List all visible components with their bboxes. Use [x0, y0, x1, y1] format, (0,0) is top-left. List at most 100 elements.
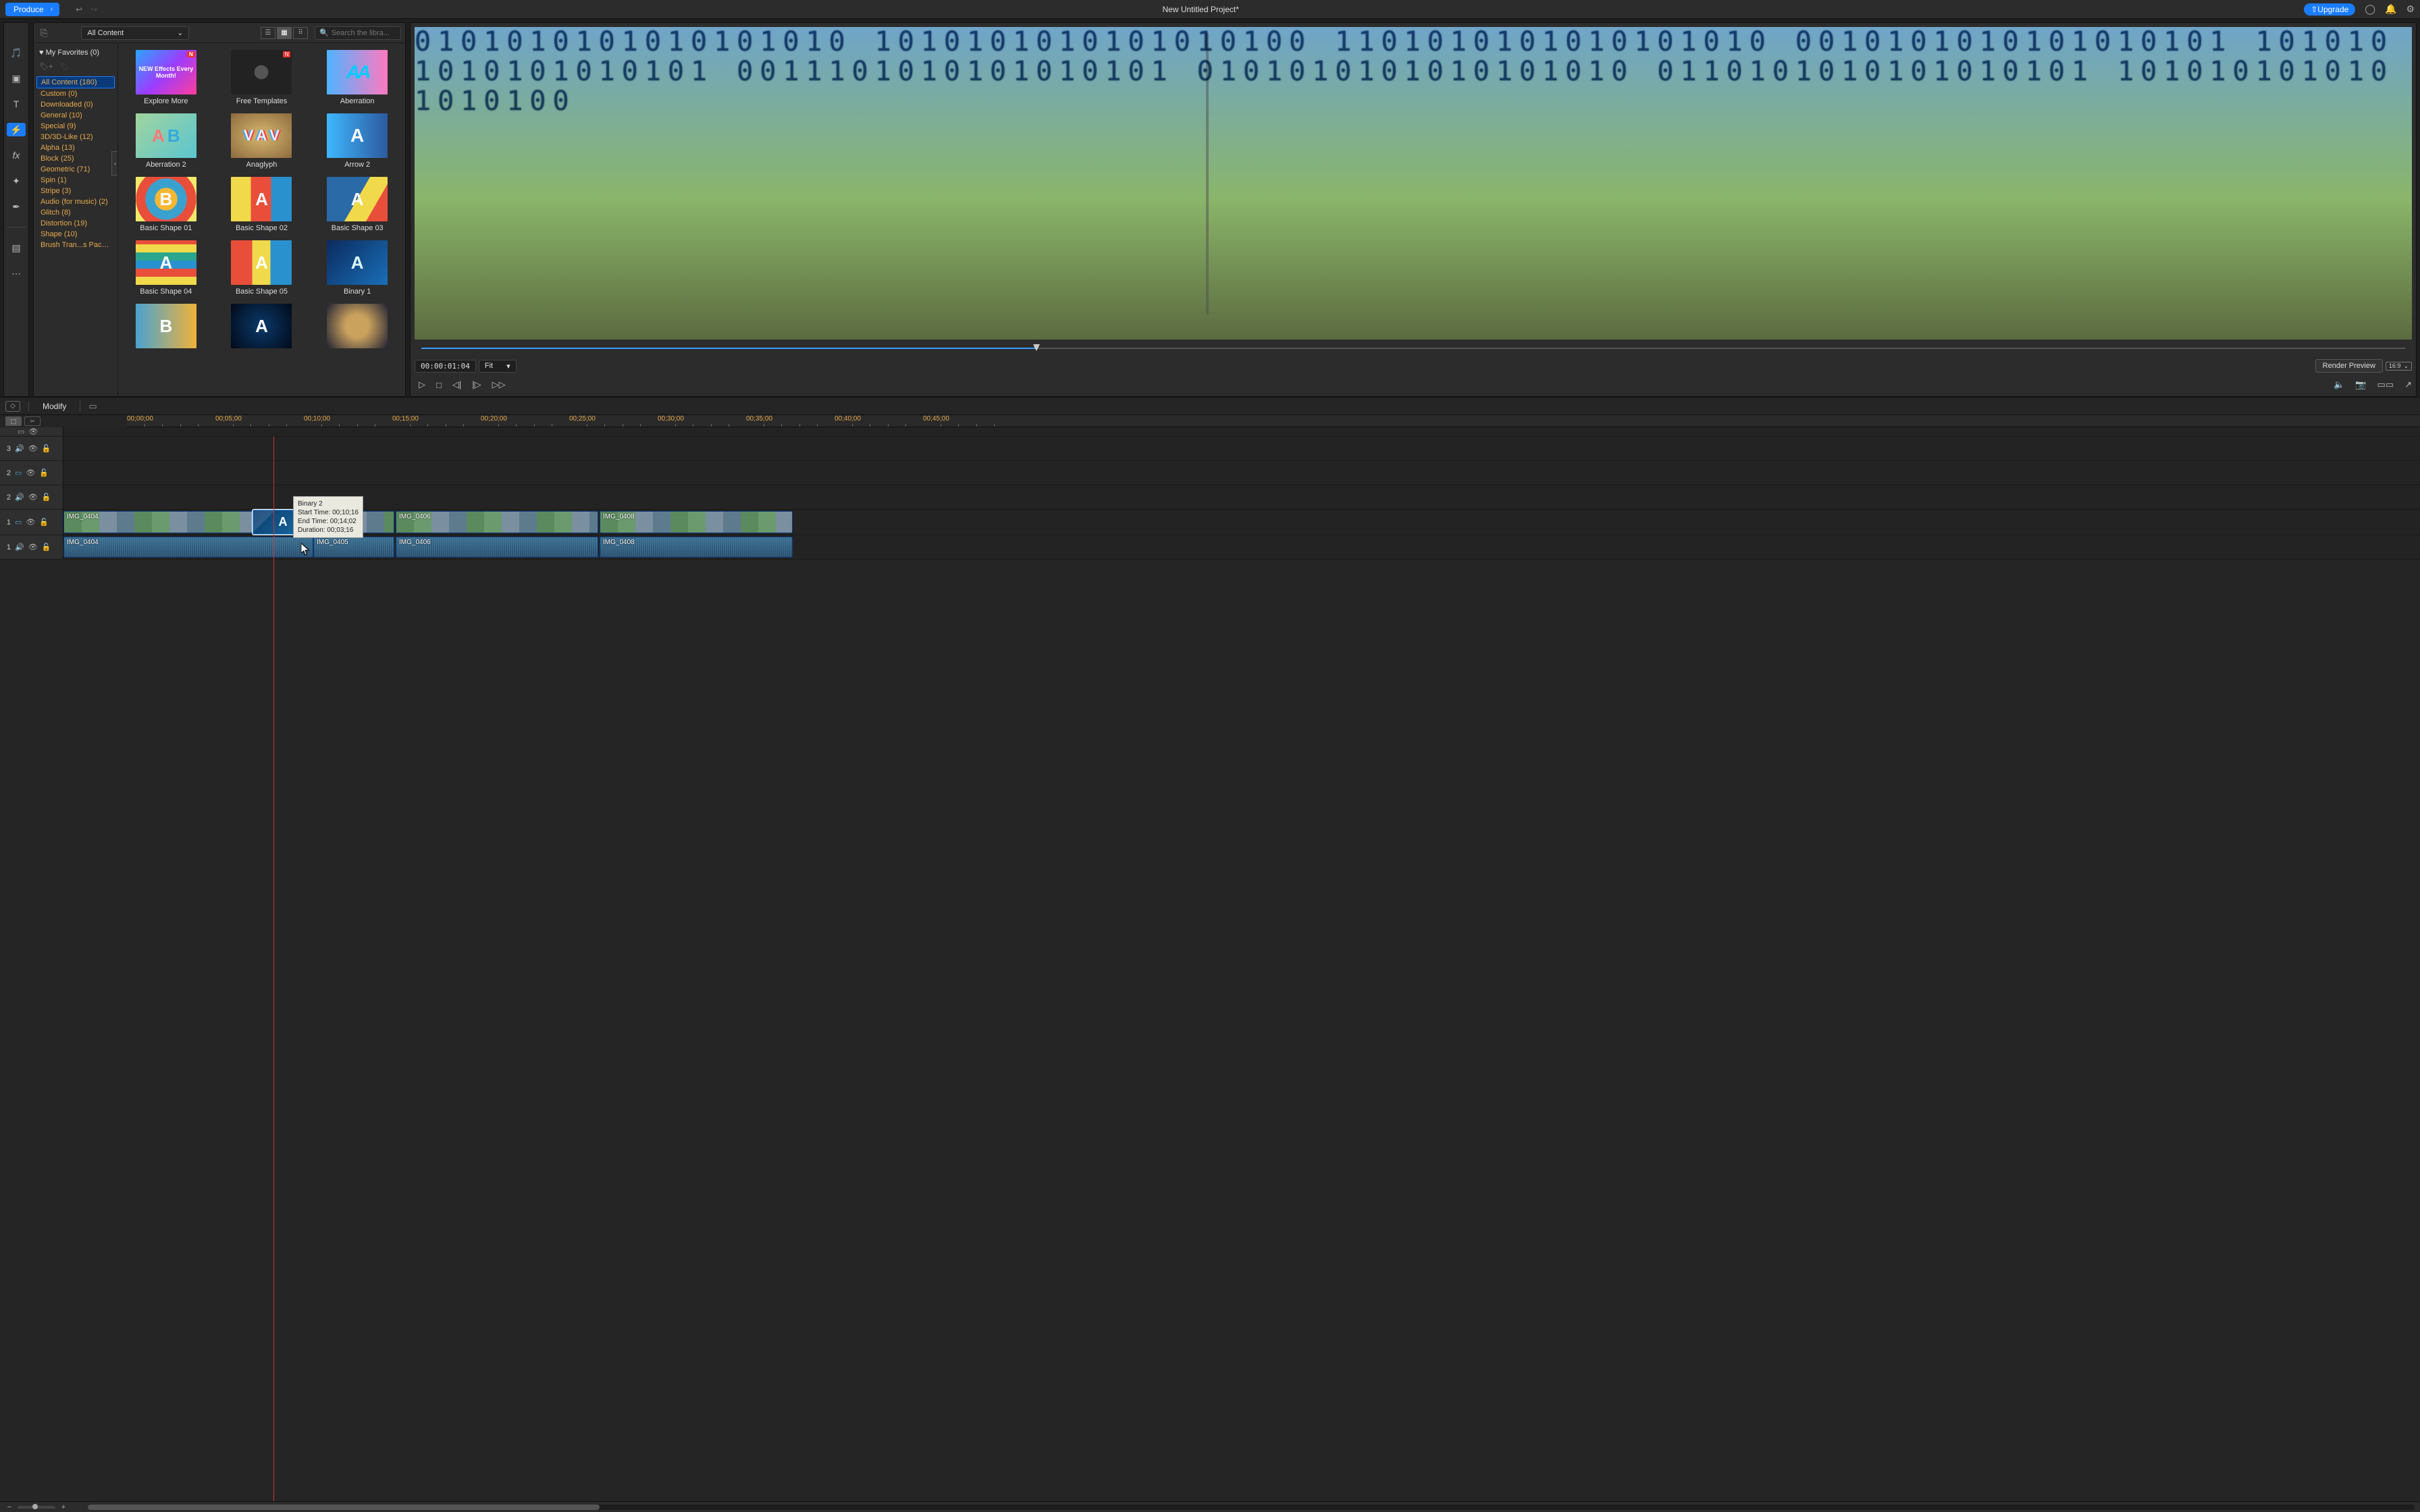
category-item[interactable]: Alpha (13) [36, 142, 115, 153]
keyframe-icon[interactable]: ▭ [88, 401, 97, 412]
effect-room-icon[interactable]: fx [7, 148, 26, 162]
video-track-icon[interactable]: ▭ [15, 468, 22, 477]
timecode-display[interactable]: 00:00:01:04 [415, 360, 476, 373]
category-item[interactable]: Audio (for music) (2) [36, 196, 115, 207]
selection-tool-icon[interactable]: ⬚ [5, 416, 22, 426]
grid-large-view-icon[interactable]: ▦ [277, 27, 292, 39]
video-track-icon[interactable]: ▭ [15, 518, 22, 526]
content-filter-dropdown[interactable]: All Content ⌄ [81, 26, 189, 40]
timeline-horizontal-scrollbar[interactable] [88, 1505, 2415, 1510]
notification-bell-icon[interactable]: 🔔 [2385, 3, 2396, 15]
stop-button[interactable]: □ [436, 380, 442, 390]
library-grid[interactable]: NEW Effects Every Month!NExplore MoreNFr… [118, 43, 405, 396]
eye-icon[interactable]: 👁 [26, 468, 35, 477]
monitor-icon[interactable]: ▭ [18, 427, 24, 436]
add-tag-icon[interactable]: 🏷+ [39, 62, 53, 71]
category-item[interactable]: General (10) [36, 110, 115, 121]
prev-frame-button[interactable]: ◁| [452, 379, 461, 390]
category-item[interactable]: Stripe (3) [36, 186, 115, 196]
aspect-ratio-dropdown[interactable]: 16:9⌄ [2386, 362, 2412, 371]
media-room-icon[interactable]: 🎵 [7, 46, 26, 59]
track-lane[interactable]: IMG_0404IMG_0405IMG_0406IMG_0408 [63, 535, 2420, 559]
category-item[interactable]: Special (9) [36, 121, 115, 132]
redo-button[interactable]: ↪ [90, 5, 97, 14]
video-clip[interactable]: IMG_0406 [396, 511, 598, 533]
category-item[interactable]: Spin (1) [36, 175, 115, 186]
list-view-icon[interactable]: ☰ [261, 27, 275, 39]
undo-button[interactable]: ↩ [76, 5, 82, 14]
title-room-icon[interactable]: T [7, 97, 26, 111]
upgrade-button[interactable]: ⇧Upgrade [2304, 3, 2355, 16]
favorites-header[interactable]: ♥ My Favorites (0) [34, 46, 117, 59]
track-lane[interactable] [63, 437, 2420, 460]
eye-icon[interactable]: 👁 [28, 543, 38, 551]
library-item[interactable]: BBasic Shape 01 [121, 177, 211, 232]
audio-track-icon[interactable]: 🔊 [15, 493, 24, 502]
pen-room-icon[interactable]: ✒ [7, 200, 26, 213]
category-item[interactable]: Downloaded (0) [36, 99, 115, 110]
track-lane[interactable] [63, 485, 2420, 509]
user-account-icon[interactable]: ◯ [2365, 3, 2375, 15]
eye-icon[interactable]: 👁 [28, 493, 38, 502]
category-item[interactable]: Geometric (71) [36, 164, 115, 175]
video-clip[interactable]: IMG_0404 [63, 511, 253, 533]
library-item[interactable]: B [121, 304, 211, 351]
category-item[interactable]: Distortion (19) [36, 218, 115, 229]
library-item[interactable]: ABinary 1 [312, 240, 402, 296]
lock-icon[interactable]: 🔓 [42, 543, 51, 551]
subtitle-room-icon[interactable]: ▤ [7, 241, 26, 254]
lock-icon[interactable]: 🔓 [42, 444, 51, 453]
video-overlay-room-icon[interactable]: ▣ [7, 72, 26, 85]
library-item[interactable]: ABasic Shape 04 [121, 240, 211, 296]
category-item[interactable]: Shape (10) [36, 229, 115, 240]
razor-tool-icon[interactable]: ✂ [24, 416, 41, 426]
volume-icon[interactable]: 🔈 [2334, 379, 2344, 390]
snapshot-icon[interactable]: 📷 [2355, 379, 2366, 390]
library-item[interactable]: ABasic Shape 05 [217, 240, 307, 296]
audio-clip[interactable]: IMG_0404 [63, 537, 313, 558]
library-item[interactable]: ABasic Shape 02 [217, 177, 307, 232]
play-button[interactable]: ▷ [419, 379, 425, 390]
modify-button[interactable]: Modify [37, 400, 72, 412]
library-item[interactable]: A [217, 304, 307, 351]
timeline-ruler[interactable]: 00;00;0000;05;0000;10;0000;15;0000;20;00… [127, 415, 2420, 427]
library-item[interactable]: AArrow 2 [312, 113, 402, 169]
sparkle-room-icon[interactable]: ✦ [7, 174, 26, 188]
lock-icon[interactable]: 🔓 [39, 468, 49, 477]
library-item[interactable]: NEW Effects Every Month!NExplore More [121, 50, 211, 105]
track-lane[interactable] [63, 461, 2420, 485]
eye-icon[interactable]: 👁 [28, 444, 38, 453]
preview-scrub-bar[interactable] [415, 342, 2412, 354]
eye-icon[interactable]: 👁 [28, 427, 38, 436]
library-item[interactable]: ABasic Shape 03 [312, 177, 402, 232]
dual-preview-icon[interactable]: ▭▭ [2377, 379, 2394, 390]
library-item[interactable]: AAAberration [312, 50, 402, 105]
library-item[interactable]: NFree Templates [217, 50, 307, 105]
zoom-fit-dropdown[interactable]: Fit▾ [479, 360, 517, 373]
preview-canvas[interactable]: 0101010101010101010 1010101010101010100 … [415, 27, 2412, 340]
library-item[interactable]: ABAberration 2 [121, 113, 211, 169]
eye-icon[interactable]: 👁 [26, 518, 35, 526]
fast-forward-button[interactable]: ▷▷ [492, 379, 506, 390]
category-item[interactable]: All Content (180) [36, 76, 115, 88]
library-item[interactable] [312, 304, 402, 351]
category-item[interactable]: Block (25) [36, 153, 115, 164]
lock-icon[interactable]: 🔓 [39, 518, 49, 526]
grid-small-view-icon[interactable]: ⠿ [293, 27, 308, 39]
import-folder-icon[interactable]: ⎘ [38, 28, 50, 38]
category-item[interactable]: Brush Tran...s Pack (20) [36, 240, 115, 250]
category-item[interactable]: Glitch (8) [36, 207, 115, 218]
transition-room-icon[interactable]: ⚡ [7, 123, 26, 136]
produce-button[interactable]: Produce › [5, 3, 59, 16]
settings-gear-icon[interactable]: ⚙ [2406, 3, 2415, 15]
audio-track-icon[interactable]: 🔊 [15, 543, 24, 551]
video-clip[interactable]: IMG_0408 [600, 511, 793, 533]
timeline-overview-icon[interactable]: ◇ [5, 401, 20, 412]
playhead[interactable] [273, 437, 274, 1501]
audio-track-icon[interactable]: 🔊 [15, 444, 24, 453]
lock-icon[interactable]: 🔓 [42, 493, 51, 502]
track-lane[interactable]: IMG_0404IMG_0405IMG_0406IMG_0408A [63, 510, 2420, 535]
zoom-in-button[interactable]: + [59, 1503, 68, 1511]
audio-clip[interactable]: IMG_0406 [396, 537, 598, 558]
collapse-sidebar-button[interactable]: ‹ [111, 151, 118, 176]
